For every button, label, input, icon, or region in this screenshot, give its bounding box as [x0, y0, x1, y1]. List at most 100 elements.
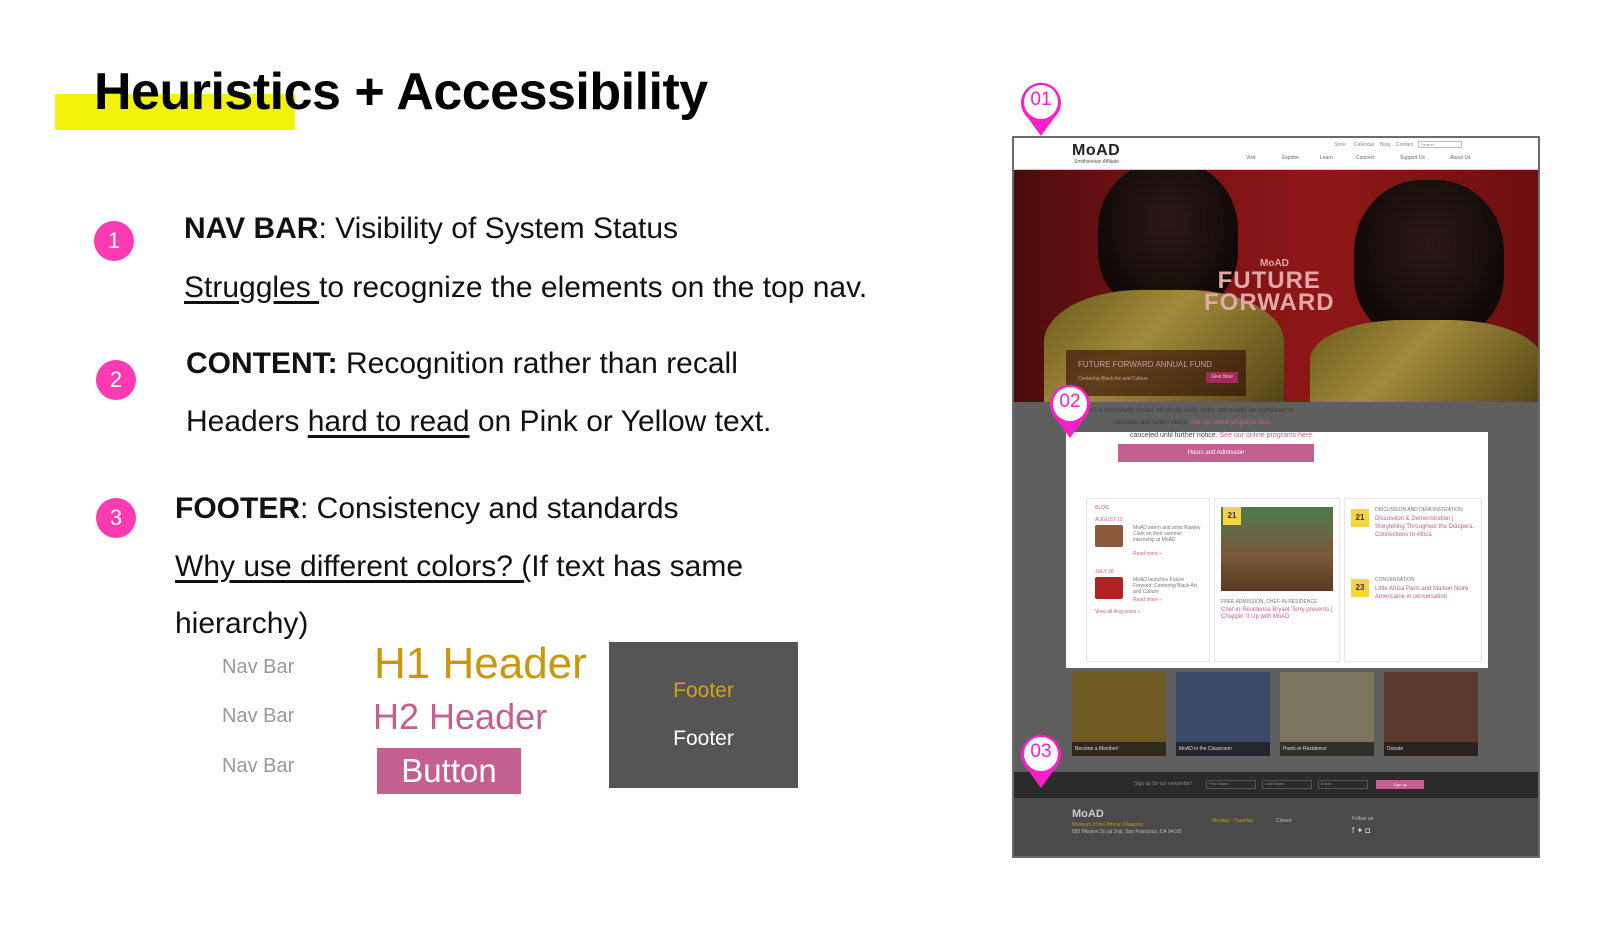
newsletter-signup-button[interactable]: Sign up	[1376, 780, 1424, 789]
footer-white-sample: Footer	[673, 727, 734, 750]
mockup-main-link[interactable]: Visit	[1246, 155, 1255, 161]
event-title[interactable]: Discussion & Demonstration | Storytellin…	[1375, 515, 1479, 539]
button-sample: Button	[377, 748, 521, 794]
point-detail-text: If text has same	[531, 550, 744, 583]
promo-tile[interactable]: MoAD in the Classroom	[1176, 672, 1270, 756]
event-date-badge: 23	[1351, 579, 1369, 597]
mockup-search-input[interactable]: Search	[1418, 141, 1462, 148]
blog-thumbnail	[1095, 525, 1123, 547]
event-card: 21 FREE ADMISSION, CHEF-IN-RESIDENCE Che…	[1214, 498, 1340, 662]
mockup-main-link[interactable]: About Us	[1450, 155, 1471, 161]
point-heading: NAV BAR: Visibility of System Status	[184, 212, 678, 246]
promo-tile-caption: Poets-in-Residence	[1280, 742, 1374, 756]
point-heading-text: : Visibility of System Status	[318, 212, 679, 245]
footer-follow-label: Follow us:	[1352, 816, 1375, 822]
event-date-badge: 21	[1223, 507, 1241, 525]
notice-text: canceled until further notice.	[1130, 432, 1218, 439]
promo-tile-caption: Donate	[1384, 742, 1478, 756]
point-detail-prefix: Headers	[186, 405, 308, 438]
mockup-main-link[interactable]: Support Us	[1400, 155, 1425, 161]
h2-header-sample: H2 Header	[373, 696, 548, 737]
promo-tile[interactable]: Poets-in-Residence	[1280, 672, 1374, 756]
point-detail-underlined: hard to read	[307, 405, 470, 438]
read-more-link[interactable]: Read more »	[1133, 597, 1162, 603]
point-heading-text: Recognition rather than recall	[337, 347, 738, 380]
newsletter-bar: Sign up for our newsletter! First Name L…	[1014, 772, 1538, 798]
point-heading: CONTENT: Recognition rather than recall	[186, 347, 738, 381]
point-number-badge: 3	[96, 498, 136, 538]
hero-portrait-right	[1354, 180, 1504, 340]
blog-date: JULY 28	[1095, 569, 1114, 575]
point-heading-bold: CONTENT:	[186, 347, 338, 380]
point-detail-text: on Pink or Yellow text.	[469, 405, 772, 438]
hero-gold-cloth-right	[1310, 320, 1538, 402]
read-more-link[interactable]: Read more »	[1133, 551, 1162, 557]
h1-header-sample: H1 Header	[374, 639, 587, 688]
mockup-main-link[interactable]: Explore	[1282, 155, 1299, 161]
mockup-logo: MoAD	[1072, 142, 1121, 159]
point-detail: Why use different colors? (If text has s…	[175, 550, 743, 584]
mockup-top-link[interactable]: Blog	[1380, 142, 1390, 148]
blog-item[interactable]: MoAD intern and artist Rawley Clark on t…	[1133, 525, 1205, 543]
hero-title-line: FORWARD	[1204, 289, 1335, 316]
pin-marker-icon: 01	[1017, 78, 1065, 140]
notice-line: canceled until further notice. See our o…	[1114, 420, 1272, 426]
pin-marker-icon: 03	[1017, 730, 1065, 792]
blog-item[interactable]: MoAD launches Future Forward: Centering …	[1133, 577, 1205, 595]
point-detail: Headers hard to read on Pink or Yellow t…	[186, 405, 771, 439]
footer-museum-name: Museum of the African Diaspora	[1072, 822, 1144, 828]
event-title[interactable]: Chef-in-Residence Bryant Terry presents …	[1221, 607, 1335, 621]
footer-gold-sample: Footer	[673, 679, 734, 702]
mockup-top-link[interactable]: Store	[1334, 142, 1346, 148]
mockup-content-panel: canceled until further notice. See our o…	[1066, 432, 1488, 668]
promo-tile-caption: MoAD in the Classroom	[1176, 742, 1270, 756]
footer-hours-status: Closed	[1276, 818, 1292, 824]
footer-address: 685 Mission St (at 3rd), San Francisco, …	[1072, 829, 1182, 835]
slide-title: Heuristics + Accessibility	[94, 63, 708, 121]
blog-thumbnail	[1095, 577, 1123, 599]
footer-logo: MoAD	[1072, 808, 1104, 820]
blog-date: AUGUST 19	[1095, 517, 1123, 523]
promo-tile[interactable]: Become a Member!	[1072, 672, 1166, 756]
newsletter-last-name[interactable]: Last Name	[1262, 780, 1312, 789]
mockup-main-link[interactable]: Connect	[1356, 155, 1375, 161]
newsletter-label: Sign up for our newsletter!	[1134, 781, 1193, 787]
newsletter-first-name[interactable]: First Name	[1206, 780, 1256, 789]
point-heading: FOOTER: Consistency and standards	[175, 492, 679, 526]
newsletter-email[interactable]: Email	[1318, 780, 1368, 789]
hero-title: FUTURE FORWARD	[1204, 269, 1335, 316]
mockup-main-link[interactable]: Learn	[1320, 155, 1333, 161]
view-all-link[interactable]: View all blog posts »	[1095, 609, 1141, 615]
mockup-footer: MoAD Museum of the African Diaspora 685 …	[1014, 798, 1538, 856]
hours-admission-button[interactable]: Hours and Admission	[1118, 444, 1314, 462]
point-number-badge: 1	[94, 221, 134, 261]
notice-link[interactable]: See our online programs here.	[1220, 432, 1315, 439]
pin-label: 03	[1030, 741, 1052, 762]
point-detail-line2: hierarchy)	[175, 607, 309, 640]
footer-hours-days: Monday - Tuesday	[1212, 818, 1254, 824]
notice-repeat: canceled until further notice. See our o…	[1130, 432, 1314, 439]
point-detail: Struggles to recognize the elements on t…	[184, 271, 867, 305]
mockup-top-link[interactable]: Contact	[1396, 142, 1413, 148]
notice-text: canceled until further notice.	[1114, 420, 1190, 426]
event-title[interactable]: Little Africa Paris and Maison Noire Amé…	[1375, 585, 1479, 601]
point-heading-bold: NAV BAR	[184, 212, 319, 245]
point-heading-text: : Consistency and standards	[300, 492, 679, 525]
mockup-top-link[interactable]: Calendar	[1354, 142, 1374, 148]
point-heading-bold: FOOTER	[175, 492, 300, 525]
pin-label: 02	[1059, 391, 1081, 412]
notice-link[interactable]: See our online programs here.	[1191, 420, 1272, 426]
pin-label: 01	[1030, 89, 1052, 110]
hero-give-button[interactable]: Give Now	[1206, 372, 1238, 383]
footer-sample-box: Footer Footer	[609, 642, 798, 788]
promo-tile[interactable]: Donate	[1384, 672, 1478, 756]
hero-caption: FUTURE FORWARD ANNUAL FUND	[1078, 360, 1212, 369]
social-icons[interactable]: f ✦ ◘	[1352, 826, 1370, 835]
point-detail-text: to recognize the elements on the top nav…	[319, 271, 868, 304]
promo-tile-caption: Become a Member!	[1072, 742, 1166, 756]
mockup-nav-bar: MoAD Smithsonian Affiliate Store Calenda…	[1014, 138, 1538, 170]
event-date-badge: 21	[1351, 509, 1369, 527]
nav-bar-sample: Nav Bar	[222, 656, 295, 678]
blog-label: BLOG	[1095, 505, 1109, 511]
website-mockup: MoAD Smithsonian Affiliate Store Calenda…	[1012, 136, 1540, 858]
